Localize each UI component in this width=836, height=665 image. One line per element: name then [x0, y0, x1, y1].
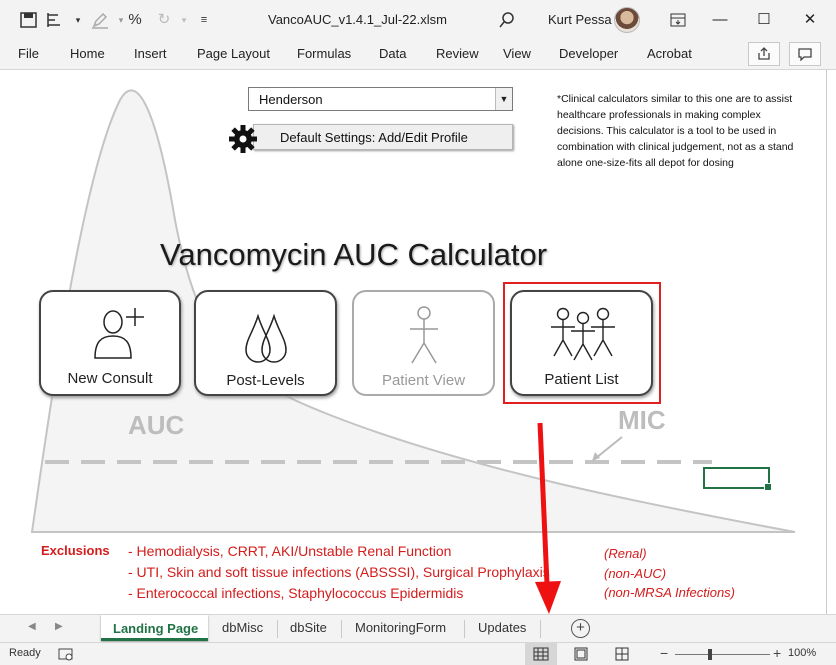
pen-icon [90, 10, 110, 30]
zoom-slider[interactable] [675, 654, 770, 655]
title-bar: ▾ ▾ % ↻ ▾ ≡ VancoAUC_v1.4.1_Jul-22.xlsm … [0, 0, 836, 40]
worksheet[interactable]: Henderson ▼ Default Settings: Add/Edit P… [0, 70, 836, 614]
sheet-tab-label: Landing Page [113, 621, 199, 636]
chevron-down-icon[interactable]: ▼ [495, 88, 512, 110]
sheet-tab-dbmisc[interactable]: dbMisc [222, 620, 263, 635]
page-title: Vancomycin AUC Calculator [160, 237, 548, 272]
drops-icon [245, 314, 287, 363]
zoom-slider-thumb[interactable] [708, 649, 712, 660]
exclusion-item: - Hemodialysis, CRRT, AKI/Unstable Renal… [128, 543, 452, 559]
user-name[interactable]: Kurt Pessa [548, 12, 612, 27]
post-levels-label: Post-Levels [226, 372, 305, 389]
sheet-tabs-bar: ◀ ▶ Landing Page dbMisc dbSite Monitorin… [0, 614, 836, 642]
zoom-level[interactable]: 100% [788, 647, 816, 659]
disclaimer-text: *Clinical calculators similar to this on… [557, 93, 794, 169]
exclusion-item: - Enterococcal infections, Staphylococcu… [128, 585, 464, 601]
sheet-tab-dbsite[interactable]: dbSite [290, 620, 327, 635]
ribbon-display-icon[interactable] [658, 6, 698, 34]
scroll-right-icon[interactable]: ▶ [55, 621, 63, 632]
new-consult-button[interactable]: New Consult [39, 290, 181, 396]
exclusion-note: (non-MRSA Infections) [604, 585, 736, 600]
comments-button[interactable] [789, 42, 821, 66]
selected-cell[interactable] [703, 467, 772, 491]
mic-label: MIC [618, 405, 666, 435]
post-levels-button[interactable]: Post-Levels [194, 290, 337, 396]
person-add-icon [94, 308, 144, 359]
patient-view-button[interactable]: Patient View [352, 290, 495, 396]
zoom-out-icon[interactable]: − [660, 645, 668, 661]
tab-developer[interactable]: Developer [559, 46, 618, 61]
tab-formulas[interactable]: Formulas [297, 46, 351, 61]
macro-record-icon[interactable] [58, 646, 74, 662]
close-button[interactable]: ✕ [790, 6, 830, 34]
autosave-icon[interactable] [19, 10, 39, 30]
default-settings-label: Default Settings: Add/Edit Profile [280, 130, 468, 145]
vertical-scrollbar[interactable] [826, 70, 836, 665]
new-consult-label: New Consult [67, 370, 153, 387]
customize-toolbar-icon[interactable]: ≡ [194, 10, 214, 30]
gear-icon[interactable] [227, 123, 259, 155]
annotation-highlight-box [503, 282, 661, 404]
tab-data[interactable]: Data [379, 46, 406, 61]
profile-value: Henderson [259, 92, 323, 107]
status-bar: Ready − + 100% [0, 642, 836, 665]
tab-divider [341, 620, 342, 638]
tab-acrobat[interactable]: Acrobat [647, 46, 692, 61]
tab-home[interactable]: Home [70, 46, 105, 61]
tab-insert[interactable]: Insert [134, 46, 167, 61]
sheet-tab-landing-page[interactable]: Landing Page [101, 615, 208, 641]
share-button[interactable] [748, 42, 780, 66]
exclusions-title: Exclusions [41, 543, 110, 558]
auc-label: AUC [128, 410, 185, 440]
sheet-tab-monitoringform[interactable]: MonitoringForm [355, 620, 446, 635]
chevron-down-icon: ▾ [181, 15, 187, 25]
stick-figure-icon [410, 306, 438, 364]
exclusion-note: (Renal) [604, 546, 647, 561]
status-ready: Ready [9, 647, 41, 659]
profile-dropdown[interactable]: Henderson ▼ [248, 87, 513, 111]
tab-divider [277, 620, 278, 638]
normal-view-icon[interactable] [533, 646, 549, 662]
tab-page-layout[interactable]: Page Layout [197, 46, 270, 61]
redo-icon: ↻ [157, 11, 171, 28]
maximize-button[interactable]: ☐ [744, 6, 784, 34]
percent-icon[interactable]: % [125, 10, 145, 30]
tab-review[interactable]: Review [436, 46, 479, 61]
zoom-in-icon[interactable]: + [773, 645, 781, 661]
patient-view-label: Patient View [381, 372, 466, 389]
exclusion-item: - UTI, Skin and soft tissue infections (… [128, 564, 550, 580]
tab-file[interactable]: File [18, 46, 39, 61]
default-settings-button[interactable]: Default Settings: Add/Edit Profile [253, 124, 513, 150]
add-sheet-icon[interactable]: + [571, 619, 590, 638]
page-break-view-icon[interactable] [614, 646, 630, 662]
exclusion-note: (non-AUC) [604, 566, 667, 581]
tab-divider [464, 620, 465, 638]
tab-divider [540, 620, 541, 638]
sheet-tab-updates[interactable]: Updates [478, 620, 526, 635]
search-icon[interactable] [497, 10, 517, 30]
page-layout-view-icon[interactable] [573, 646, 589, 662]
align-icon[interactable] [45, 10, 65, 30]
excel-window: ▾ ▾ % ↻ ▾ ≡ VancoAUC_v1.4.1_Jul-22.xlsm … [0, 0, 836, 665]
minimize-button[interactable]: — [700, 6, 740, 34]
tab-view[interactable]: View [503, 46, 531, 61]
avatar[interactable] [614, 7, 640, 33]
chevron-down-icon[interactable]: ▾ [68, 10, 88, 30]
document-title: VancoAUC_v1.4.1_Jul-22.xlsm [268, 12, 447, 27]
ribbon-tabs: File Home Insert Page Layout Formulas Da… [0, 40, 836, 70]
scroll-left-icon[interactable]: ◀ [28, 621, 36, 632]
